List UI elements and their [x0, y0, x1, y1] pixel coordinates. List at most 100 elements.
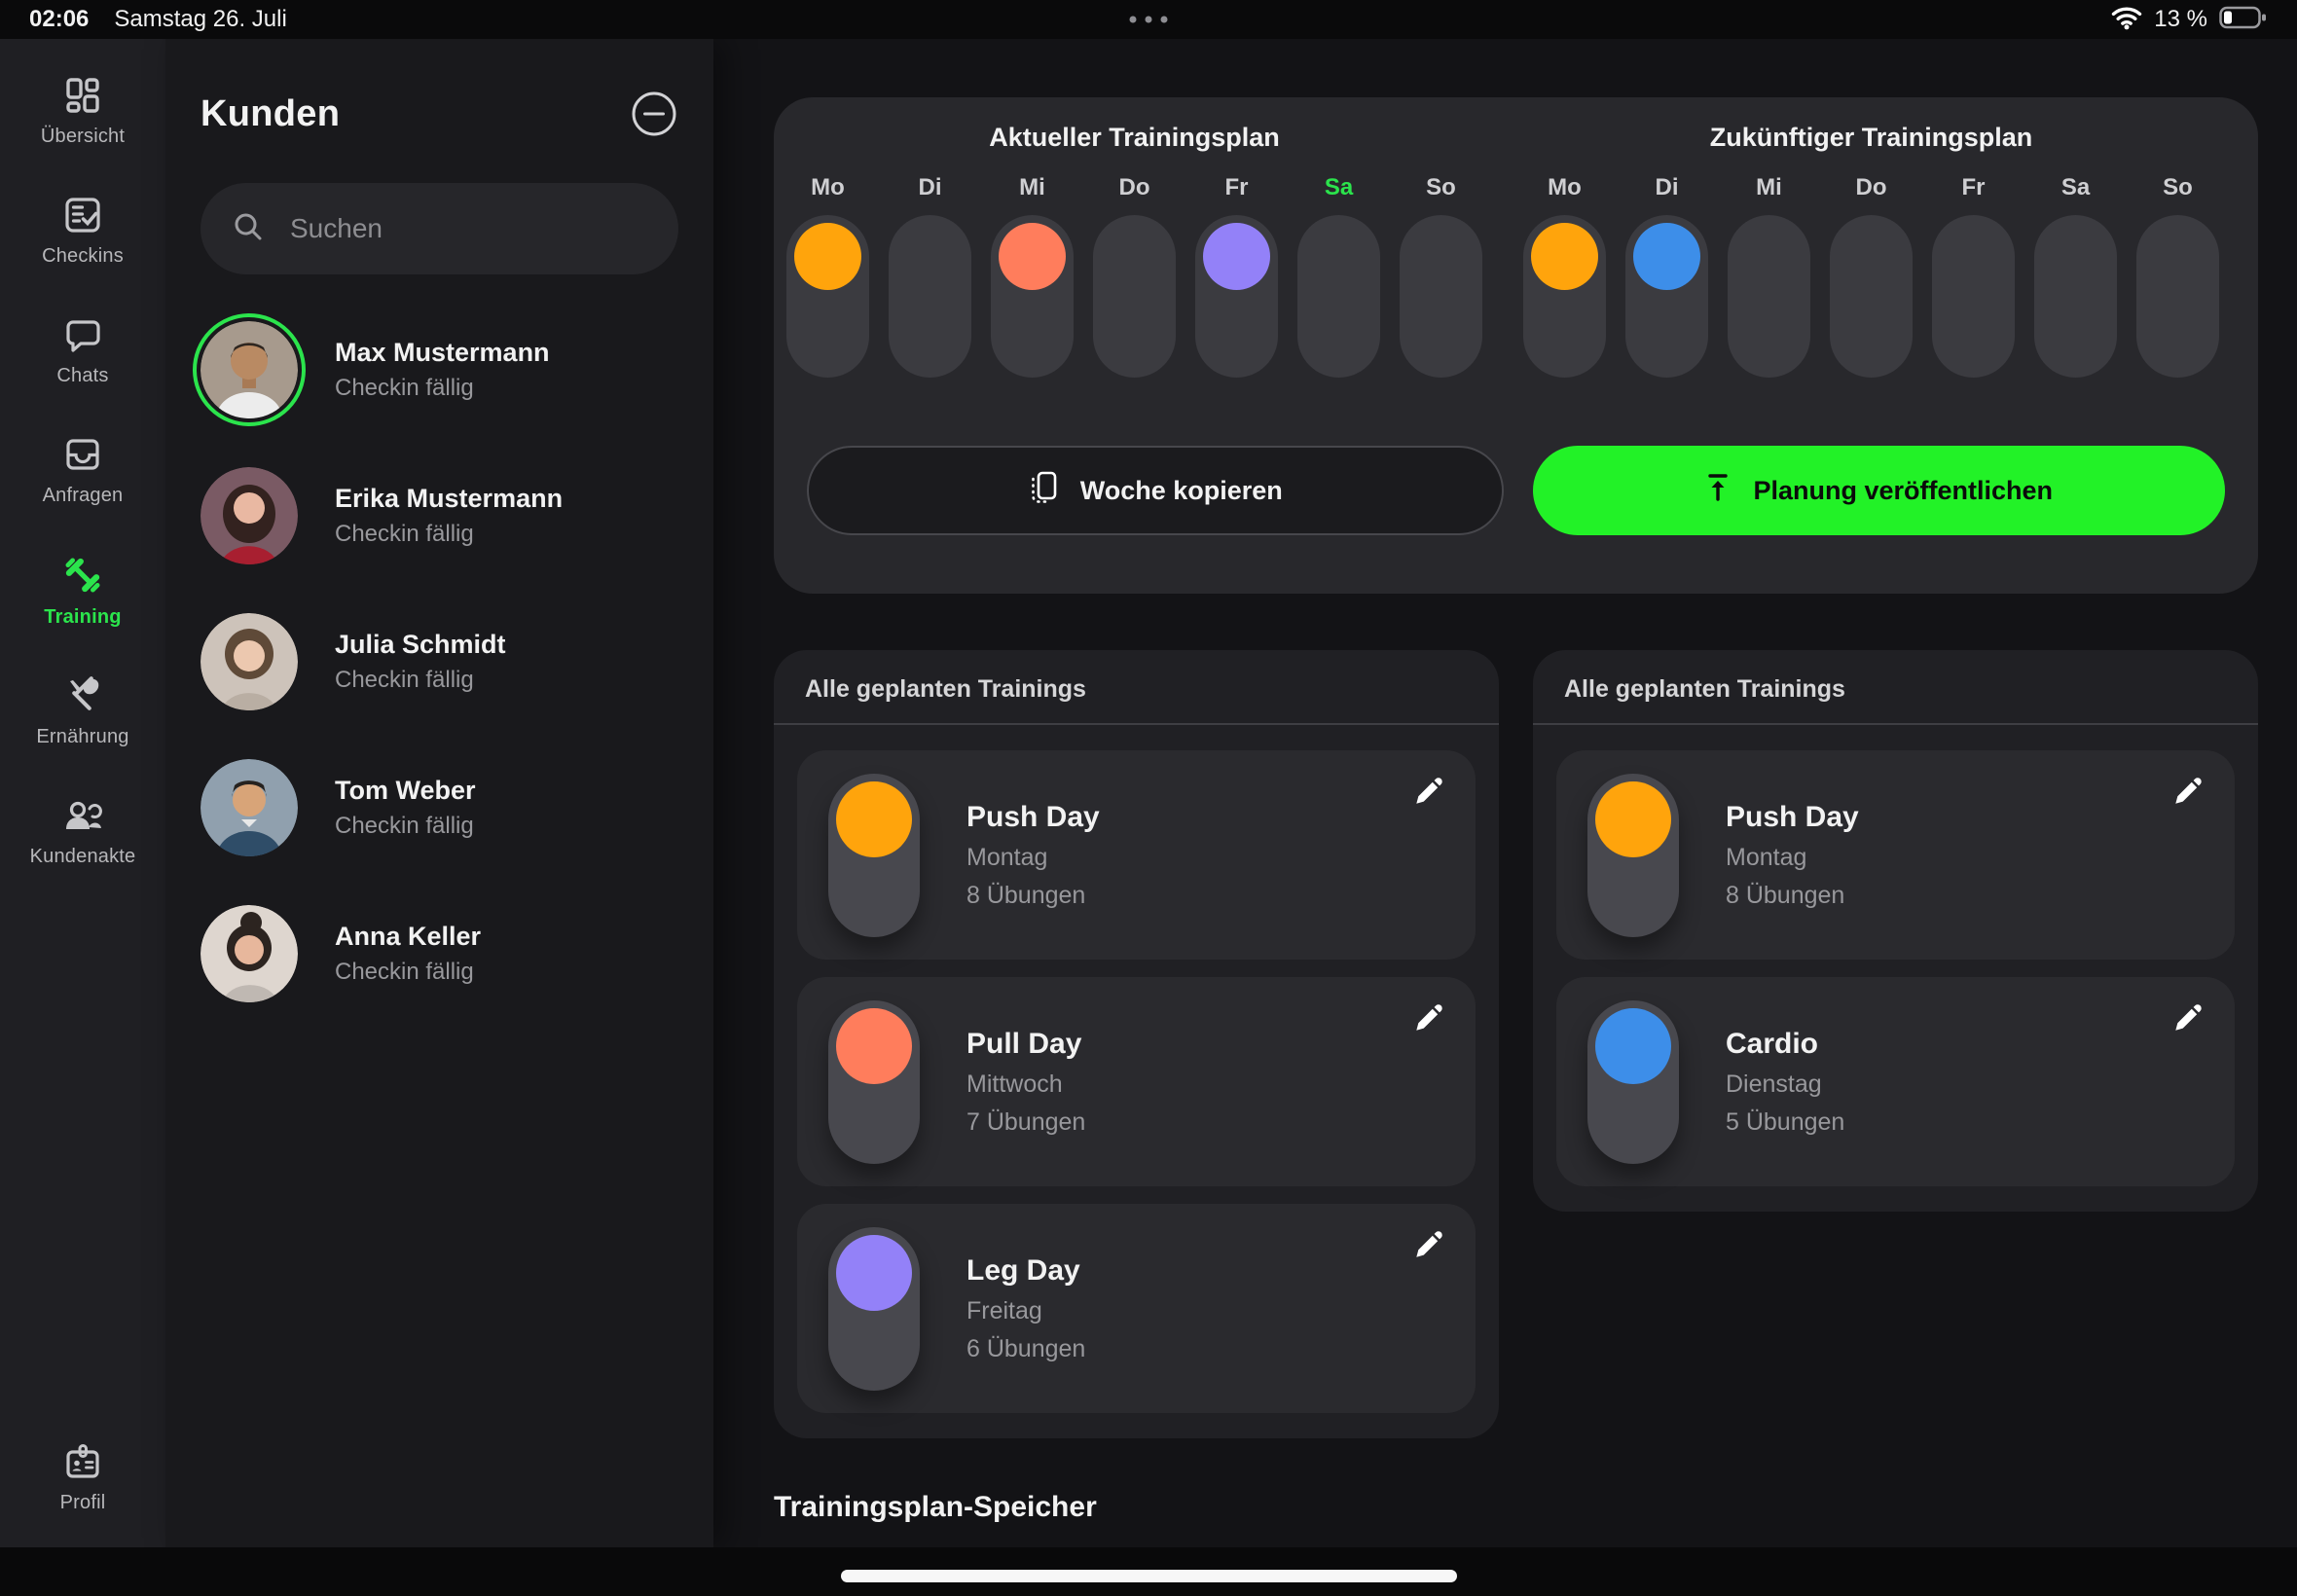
day-slot-pill[interactable]: [2034, 215, 2117, 378]
avatar: [201, 905, 298, 1002]
client-row-max[interactable]: Max Mustermann Checkin fällig: [201, 321, 678, 418]
sidebar-item-profil[interactable]: Profil: [0, 1440, 165, 1514]
training-color-dot: [1305, 223, 1372, 290]
storage-section-title: Trainingsplan-Speicher: [774, 1491, 2268, 1524]
client-row-erika[interactable]: Erika Mustermann Checkin fällig: [201, 467, 678, 564]
client-status: Checkin fällig: [335, 375, 550, 402]
copy-week-button[interactable]: Woche kopieren: [807, 446, 1504, 535]
people-icon: [61, 794, 104, 837]
training-color-dot: [2042, 223, 2109, 290]
bottom-bar: [0, 1547, 2297, 1596]
day-slot-pill[interactable]: [1523, 215, 1606, 378]
day-slot-pill[interactable]: [991, 215, 1074, 378]
day-slot-pill[interactable]: [1400, 215, 1482, 378]
search-icon: [232, 210, 265, 248]
sidebar-item-anfragen[interactable]: Anfragen: [0, 433, 165, 507]
day-label: Mo: [1548, 174, 1582, 201]
publish-plan-button[interactable]: Planung veröffentlichen: [1533, 446, 2226, 535]
training-item[interactable]: Cardio Dienstag 5 Übungen: [1556, 977, 2235, 1186]
training-item-pill: [828, 774, 920, 937]
day-slot-pill[interactable]: [786, 215, 869, 378]
training-color-dot: [794, 223, 861, 290]
training-day: Dienstag: [1726, 1070, 1844, 1099]
training-item[interactable]: Pull Day Mittwoch 7 Übungen: [797, 977, 1476, 1186]
training-color-dot: [836, 781, 912, 857]
training-item[interactable]: Leg Day Freitag 6 Übungen: [797, 1204, 1476, 1413]
planned-trainings-header: Alle geplanten Trainings: [1533, 650, 2258, 725]
training-color-dot: [836, 1008, 912, 1084]
client-row-tom[interactable]: Tom Weber Checkin fällig: [201, 759, 678, 856]
sidebar-item-ernaehrung[interactable]: Ernährung: [0, 674, 165, 748]
day-slot-pill[interactable]: [1932, 215, 2015, 378]
day-label: Do: [1119, 174, 1150, 201]
training-title: Pull Day: [966, 1028, 1085, 1061]
avatar: [201, 759, 298, 856]
training-item-pill: [828, 1227, 920, 1391]
client-name: Erika Mustermann: [335, 484, 563, 514]
training-title: Push Day: [1726, 801, 1859, 834]
sidebar-item-training[interactable]: Training: [0, 553, 165, 629]
client-name: Max Mustermann: [335, 338, 550, 368]
sidebar-item-label: Kundenakte: [30, 846, 136, 868]
sidebar-item-kundenakte[interactable]: Kundenakte: [0, 794, 165, 868]
edit-training-button[interactable]: [1411, 1002, 1444, 1038]
clients-panel: Kunden: [165, 39, 713, 1547]
day-label: Di: [919, 174, 942, 201]
day-column: Mi: [991, 174, 1074, 378]
search-input[interactable]: [290, 213, 647, 244]
client-row-julia[interactable]: Julia Schmidt Checkin fällig: [201, 613, 678, 710]
home-indicator[interactable]: [841, 1570, 1457, 1582]
future-week-section: Zukünftiger Trainingsplan Mo Di: [1523, 123, 2219, 378]
day-slot-pill[interactable]: [1195, 215, 1278, 378]
day-label: Mi: [1756, 174, 1782, 201]
sidebar-item-checkins[interactable]: Checkins: [0, 194, 165, 268]
day-column: So: [1400, 174, 1482, 378]
day-slot-pill[interactable]: [2136, 215, 2219, 378]
training-color-dot: [1531, 223, 1598, 290]
day-column: Fr: [1195, 174, 1278, 378]
training-color-dot: [836, 1235, 912, 1311]
day-slot-pill[interactable]: [889, 215, 971, 378]
day-slot-pill[interactable]: [1297, 215, 1380, 378]
avatar: [201, 467, 298, 564]
training-item[interactable]: Push Day Montag 8 Übungen: [797, 750, 1476, 960]
edit-training-button[interactable]: [1411, 1229, 1444, 1265]
day-column: Mo: [786, 174, 869, 378]
day-column: Do: [1830, 174, 1913, 378]
edit-training-button[interactable]: [2170, 1002, 2204, 1038]
client-row-anna[interactable]: Anna Keller Checkin fällig: [201, 905, 678, 1002]
main-area: Aktueller Trainingsplan Mo Di: [713, 39, 2297, 1547]
pencil-icon: [1411, 797, 1444, 812]
content-row: Übersicht Checkins: [0, 39, 2297, 1547]
client-search[interactable]: [201, 183, 678, 274]
day-slot-pill[interactable]: [1625, 215, 1708, 378]
cutlery-icon: [61, 674, 104, 717]
pencil-icon: [2170, 1024, 2204, 1038]
upload-icon: [1704, 472, 1732, 510]
inbox-icon: [61, 433, 104, 476]
sidebar-item-chats[interactable]: Chats: [0, 313, 165, 387]
training-title: Leg Day: [966, 1254, 1085, 1288]
training-color-dot: [1407, 223, 1475, 290]
training-exercise-count: 7 Übungen: [966, 1108, 1085, 1137]
client-name: Julia Schmidt: [335, 630, 506, 660]
client-list: Max Mustermann Checkin fällig: [201, 321, 678, 1002]
training-color-dot: [1940, 223, 2007, 290]
planned-trainings-card-current: Alle geplanten Trainings Push Day Montag: [774, 650, 1499, 1438]
sidebar: Übersicht Checkins: [0, 39, 165, 1547]
planned-trainings-header: Alle geplanten Trainings: [774, 650, 1499, 725]
training-color-dot: [1203, 223, 1270, 290]
collapse-panel-button[interactable]: [630, 90, 678, 138]
day-slot-pill[interactable]: [1728, 215, 1810, 378]
edit-training-button[interactable]: [2170, 776, 2204, 812]
day-label: Mi: [1019, 174, 1045, 201]
avatar: [201, 613, 298, 710]
day-slot-pill[interactable]: [1830, 215, 1913, 378]
day-slot-pill[interactable]: [1093, 215, 1176, 378]
sidebar-item-uebersicht[interactable]: Übersicht: [0, 74, 165, 148]
checklist-icon: [61, 194, 104, 236]
edit-training-button[interactable]: [1411, 776, 1444, 812]
avatar: [201, 321, 298, 418]
training-item[interactable]: Push Day Montag 8 Übungen: [1556, 750, 2235, 960]
day-column: Mi: [1728, 174, 1810, 378]
